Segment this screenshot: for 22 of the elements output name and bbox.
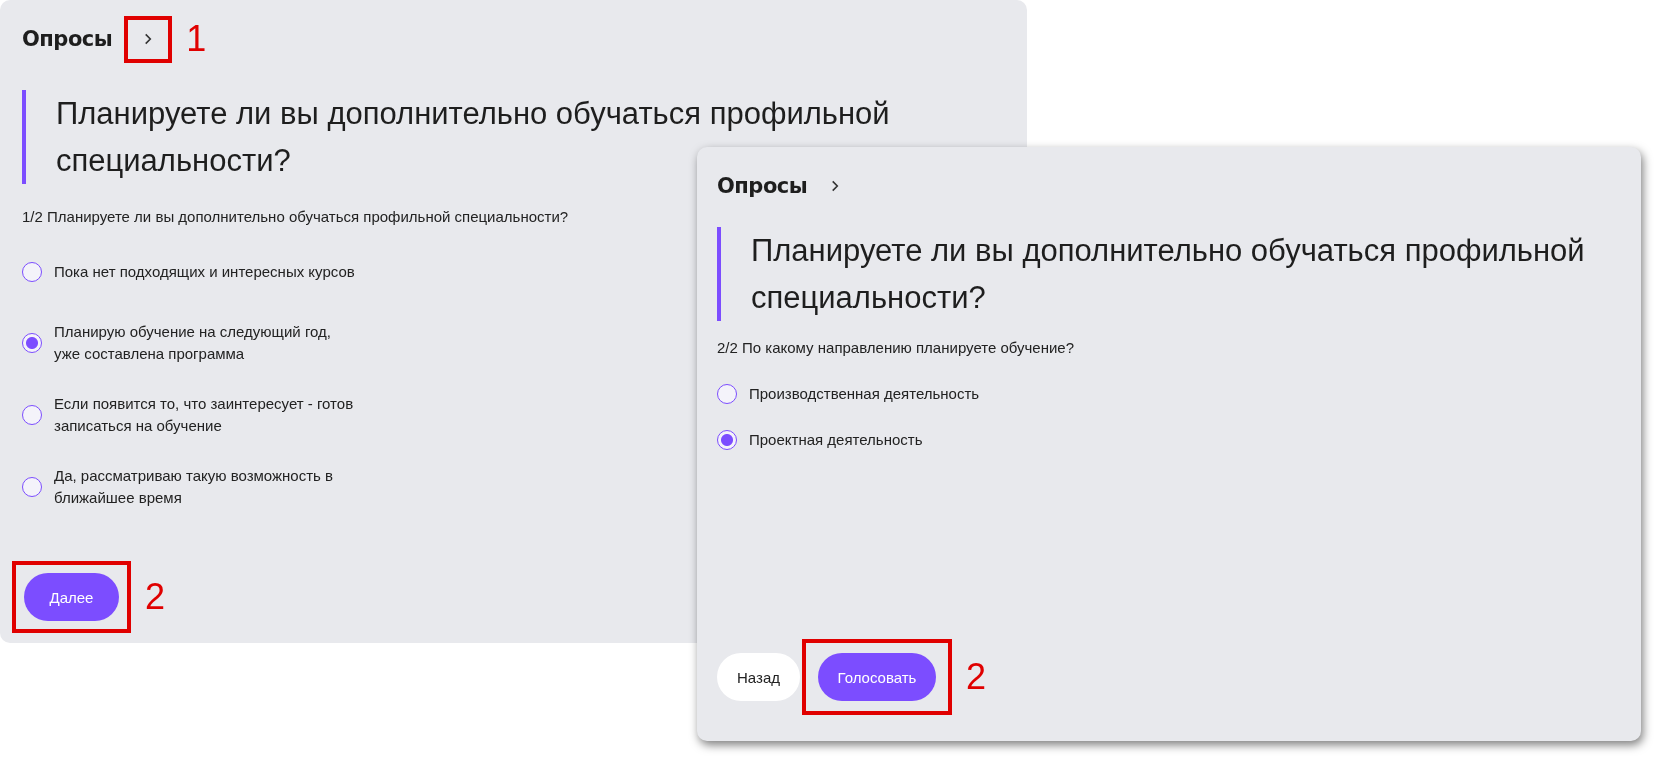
annotation-number: 2 [966, 656, 986, 698]
radio-button[interactable] [22, 477, 42, 497]
option-label[interactable]: Планирую обучение на следующий год, уже составлена программа [54, 321, 331, 365]
radio-button[interactable] [717, 384, 737, 404]
survey-title: Опросы [22, 27, 113, 51]
action-button[interactable]: Далее [24, 573, 119, 621]
radio-button[interactable] [22, 405, 42, 425]
action-button[interactable]: Назад [717, 653, 800, 701]
radio-button[interactable] [22, 333, 42, 353]
option-label[interactable]: Производственная деятельность [749, 383, 980, 405]
annotation-number: 2 [145, 576, 166, 618]
step-question: 1/2 Планируете ли вы дополнительно обучаться профильной специальности? [22, 208, 570, 225]
option-label[interactable]: Проектная деятельность [749, 429, 923, 451]
question-heading: Планируете ли вы дополнительно обучаться профильной специальности? [751, 232, 1586, 317]
step-question: 2/2 По какому направлению планируете обучение? [717, 339, 1076, 356]
radio-button[interactable] [717, 430, 737, 450]
option-label[interactable]: Да, рассматриваю такую возможность в ближайшее время [54, 465, 333, 509]
action-button[interactable]: Голосовать [817, 653, 937, 701]
radio-button[interactable] [22, 262, 42, 282]
annotation-number: 1 [186, 18, 207, 60]
option-label[interactable]: Если появится то, что заинтересует - готов записаться на обучение [54, 393, 354, 437]
option-label[interactable]: Пока нет подходящих и интересных курсов [54, 261, 355, 283]
